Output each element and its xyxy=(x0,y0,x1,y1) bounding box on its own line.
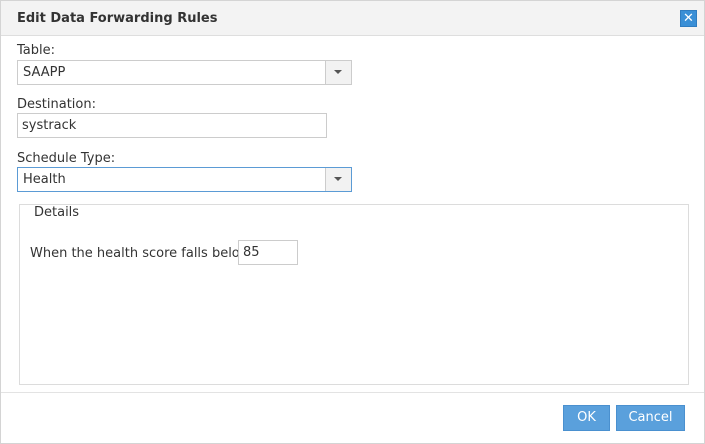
details-legend: Details xyxy=(33,205,81,220)
close-button[interactable]: ✕ xyxy=(680,10,697,27)
destination-label: Destination: xyxy=(17,97,96,112)
table-select[interactable]: SAAPP xyxy=(17,60,352,85)
chevron-down-icon xyxy=(334,177,342,181)
schedule-type-select-value: Health xyxy=(23,172,66,187)
dialog-title: Edit Data Forwarding Rules xyxy=(17,11,218,26)
table-select-value: SAAPP xyxy=(23,65,66,80)
edit-data-forwarding-dialog: Edit Data Forwarding Rules ✕ Table: SAAP… xyxy=(0,0,705,444)
dialog-titlebar: Edit Data Forwarding Rules ✕ xyxy=(1,1,704,36)
details-group xyxy=(19,204,689,385)
footer-divider xyxy=(1,392,704,393)
cancel-button[interactable]: Cancel xyxy=(616,405,685,431)
chevron-down-icon xyxy=(334,70,342,74)
table-label: Table: xyxy=(17,43,55,58)
destination-input[interactable] xyxy=(17,113,327,138)
schedule-type-select-toggle[interactable] xyxy=(325,168,351,191)
schedule-type-label: Schedule Type: xyxy=(17,151,116,166)
ok-button[interactable]: OK xyxy=(563,405,610,431)
health-score-input[interactable] xyxy=(238,240,298,265)
table-select-toggle[interactable] xyxy=(325,61,351,84)
health-score-label: When the health score falls below xyxy=(30,246,251,261)
schedule-type-select[interactable]: Health xyxy=(17,167,352,192)
close-icon: ✕ xyxy=(683,11,694,26)
